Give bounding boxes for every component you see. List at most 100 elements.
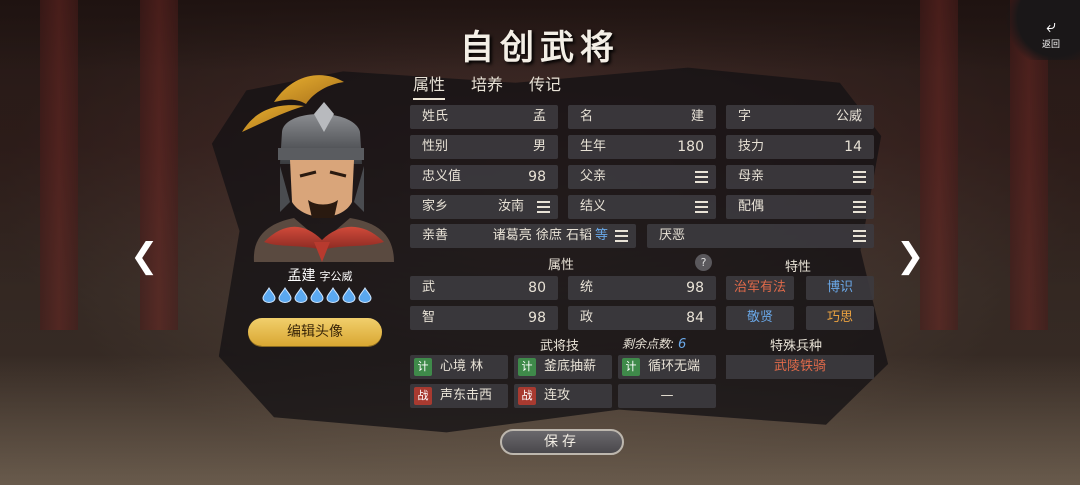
stat-zhi[interactable]: 智 98 xyxy=(410,306,558,330)
traits-heading: 特性 xyxy=(785,260,812,275)
tab-training[interactable]: 培养 xyxy=(471,71,503,100)
field-value: 建 xyxy=(690,109,704,124)
field-label: 政 xyxy=(580,310,594,325)
help-icon[interactable]: ? xyxy=(695,254,712,271)
sworn-field[interactable]: 结义 xyxy=(568,195,716,219)
hero-portrait xyxy=(242,75,394,262)
back-arrow-icon: ⤶ xyxy=(1045,16,1057,37)
field-value: 诸葛亮 徐庶 石韬 xyxy=(492,228,592,243)
loyalty-field[interactable]: 忠义值 98 xyxy=(410,165,558,189)
stratagem-tag: 计 xyxy=(622,358,640,376)
trait-item[interactable]: 敬贤 xyxy=(726,306,794,330)
stat-tong[interactable]: 统 98 xyxy=(568,276,716,300)
page-title: 自创武将 xyxy=(460,28,620,68)
field-value: 98 xyxy=(528,310,546,326)
tab-biography[interactable]: 传记 xyxy=(529,71,561,100)
attributes-heading: 属性 xyxy=(548,258,575,273)
list-menu-icon[interactable] xyxy=(695,171,708,183)
field-value: 14 xyxy=(844,139,862,155)
tab-bar: 属性 培养 传记 xyxy=(413,71,561,100)
combat-tag: 战 xyxy=(518,387,536,405)
field-label: 家乡 xyxy=(422,199,449,214)
skill-slot-empty[interactable]: — xyxy=(618,384,716,408)
list-menu-icon[interactable] xyxy=(853,171,866,183)
star-drop-icon xyxy=(294,287,308,303)
back-label: 返回 xyxy=(1041,40,1060,50)
skills-heading: 武将技 xyxy=(540,339,580,354)
star-drop-icon xyxy=(310,287,324,303)
hero-courtesy: 字公威 xyxy=(319,270,353,283)
spouse-field[interactable]: 配偶 xyxy=(726,195,874,219)
field-label: 武 xyxy=(422,280,436,295)
remaining-points-value: 6 xyxy=(678,337,687,352)
field-label: 性别 xyxy=(422,139,449,154)
field-label: 父亲 xyxy=(580,169,607,184)
special-troop-heading: 特殊兵种 xyxy=(770,339,823,354)
father-field[interactable]: 父亲 xyxy=(568,165,716,189)
field-label: 忠义值 xyxy=(422,169,462,184)
hero-name: 孟建 字公威 xyxy=(240,265,400,285)
field-label: 技力 xyxy=(738,139,765,154)
field-value: 80 xyxy=(528,280,546,296)
back-button[interactable]: ⤶ 返回 xyxy=(1000,0,1080,60)
dislikes-field[interactable]: 厌恶 xyxy=(647,224,874,248)
remaining-points-label: 剩余点数: xyxy=(622,337,675,351)
skill-slot[interactable]: 计 心境 林 xyxy=(410,355,508,379)
star-drop-icon xyxy=(342,287,356,303)
given-name-field[interactable]: 名 建 xyxy=(568,105,716,129)
hometown-field[interactable]: 家乡 汝南 xyxy=(410,195,558,219)
skill-slot[interactable]: 计 釜底抽薪 xyxy=(514,355,612,379)
prev-hero-arrow-icon[interactable]: ❮ xyxy=(130,236,159,276)
likes-more: 等 xyxy=(594,228,608,243)
stat-wu[interactable]: 武 80 xyxy=(410,276,558,300)
field-label: 姓氏 xyxy=(422,109,449,124)
skill-slot[interactable]: 战 连攻 xyxy=(514,384,612,408)
field-value: 孟 xyxy=(532,109,546,124)
field-label: 母亲 xyxy=(738,169,765,184)
skill-name: 连攻 xyxy=(544,388,571,403)
star-drop-icon xyxy=(326,287,340,303)
field-label: 配偶 xyxy=(738,199,765,214)
skill-name: 声东击西 xyxy=(440,388,493,403)
field-value: 98 xyxy=(528,169,546,185)
field-label: 亲善 xyxy=(422,228,449,243)
star-drop-icon xyxy=(358,287,372,303)
save-button[interactable]: 保存 xyxy=(500,429,624,455)
trait-item[interactable]: 治军有法 xyxy=(726,276,794,300)
list-menu-icon[interactable] xyxy=(615,230,628,242)
field-label: 字 xyxy=(738,109,752,124)
field-value: 男 xyxy=(532,139,546,154)
hero-fullname: 孟建 xyxy=(287,268,316,284)
surname-field[interactable]: 姓氏 孟 xyxy=(410,105,558,129)
list-menu-icon[interactable] xyxy=(537,201,550,213)
special-troop-slot[interactable]: 武陵铁骑 xyxy=(726,355,874,379)
skill-name: 循环无端 xyxy=(648,359,701,374)
list-menu-icon[interactable] xyxy=(853,201,866,213)
next-hero-arrow-icon[interactable]: ❯ xyxy=(896,236,925,276)
skill-slot[interactable]: 计 循环无端 xyxy=(618,355,716,379)
stratagem-tag: 计 xyxy=(518,358,536,376)
courtesy-field[interactable]: 字 公威 xyxy=(726,105,874,129)
trait-item[interactable]: 巧思 xyxy=(806,306,874,330)
stat-zheng[interactable]: 政 84 xyxy=(568,306,716,330)
field-value: 汝南 xyxy=(497,199,524,214)
birth-year-field[interactable]: 生年 180 xyxy=(568,135,716,159)
field-label: 统 xyxy=(580,280,594,295)
trait-item[interactable]: 博识 xyxy=(806,276,874,300)
stratagem-tag: 计 xyxy=(414,358,432,376)
likes-field[interactable]: 亲善 诸葛亮 徐庶 石韬 等 xyxy=(410,224,636,248)
field-value: 180 xyxy=(677,139,704,155)
field-label: 智 xyxy=(422,310,436,325)
mother-field[interactable]: 母亲 xyxy=(726,165,874,189)
field-value: 84 xyxy=(686,310,704,326)
skill-name: 心境 林 xyxy=(440,359,484,374)
list-menu-icon[interactable] xyxy=(853,230,866,242)
gender-field[interactable]: 性别 男 xyxy=(410,135,558,159)
star-drop-icon xyxy=(278,287,292,303)
skill-slot[interactable]: 战 声东击西 xyxy=(410,384,508,408)
edit-avatar-button[interactable]: 编辑头像 xyxy=(248,318,382,346)
field-value: 公威 xyxy=(835,109,862,124)
field-label: 生年 xyxy=(580,139,607,154)
list-menu-icon[interactable] xyxy=(695,201,708,213)
tab-attributes[interactable]: 属性 xyxy=(413,71,446,100)
